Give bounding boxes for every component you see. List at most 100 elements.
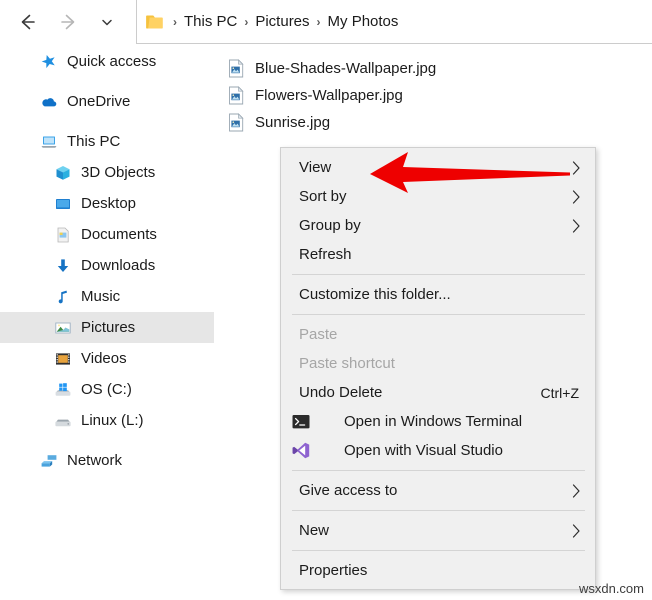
list-item[interactable]: Blue-Shades-Wallpaper.jpg — [228, 55, 528, 82]
context-menu-item-label: Sort by — [299, 188, 347, 205]
context-menu-item-label: Undo Delete — [299, 384, 382, 401]
sidebar-spacer — [0, 117, 214, 126]
sidebar-item-os-c[interactable]: OS (C:) — [0, 374, 214, 405]
sidebar-item-label: Downloads — [81, 257, 155, 274]
context-menu-item-properties[interactable]: Properties — [281, 556, 595, 585]
context-menu-item-paste-shortcut: Paste shortcut — [281, 349, 595, 378]
context-menu-item-refresh[interactable]: Refresh — [281, 240, 595, 269]
context-menu-item-label: View — [299, 159, 331, 176]
context-menu-separator — [292, 274, 585, 275]
breadcrumb-separator: › — [169, 15, 181, 29]
sidebar-item-label: OneDrive — [67, 93, 130, 110]
folder-icon — [145, 13, 165, 31]
sidebar-item-music[interactable]: Music — [0, 281, 214, 312]
sidebar-item-label: Linux (L:) — [81, 412, 144, 429]
context-menu-item-label: New — [299, 522, 329, 539]
context-menu-item-label: Group by — [299, 217, 361, 234]
chevron-right-icon — [571, 523, 581, 539]
sidebar-spacer — [0, 436, 214, 445]
download-icon — [54, 257, 72, 275]
sidebar-item-3d-objects[interactable]: 3D Objects — [0, 157, 214, 188]
visual-studio-icon — [292, 442, 310, 460]
image-file-icon — [228, 86, 245, 105]
context-menu-item-sort-by[interactable]: Sort by — [281, 182, 595, 211]
windows-drive-icon — [54, 381, 72, 399]
desktop-icon — [54, 195, 72, 213]
sidebar-item-label: Desktop — [81, 195, 136, 212]
back-button[interactable] — [10, 5, 44, 39]
context-menu-item-group-by[interactable]: Group by — [281, 211, 595, 240]
context-menu-item-label: Refresh — [299, 246, 352, 263]
breadcrumb-item-my-photos[interactable]: My Photos — [325, 11, 402, 32]
context-menu-item-customize-this-folder[interactable]: Customize this folder... — [281, 280, 595, 309]
breadcrumb-item-pictures[interactable]: Pictures — [252, 11, 312, 32]
sidebar-item-documents[interactable]: Documents — [0, 219, 214, 250]
context-menu-item-label: Properties — [299, 562, 367, 579]
sidebar-item-label: Videos — [81, 350, 127, 367]
forward-button[interactable] — [52, 5, 86, 39]
sidebar-item-quick-access[interactable]: Quick access — [0, 46, 214, 77]
breadcrumb-separator: › — [240, 15, 252, 29]
chevron-right-icon — [571, 218, 581, 234]
music-note-icon — [54, 288, 72, 306]
chevron-right-icon — [571, 483, 581, 499]
context-menu: View Sort by Group by Refresh Customize … — [280, 147, 596, 590]
star-icon — [40, 53, 58, 71]
arrow-left-icon — [16, 11, 38, 33]
sidebar-item-pictures[interactable]: Pictures — [0, 312, 214, 343]
navigation-pane: Quick access OneDrive This PC — [0, 46, 214, 600]
sidebar-item-this-pc[interactable]: This PC — [0, 126, 214, 157]
file-list: Blue-Shades-Wallpaper.jpg Flowers-Wallpa… — [228, 55, 528, 136]
computer-icon — [40, 133, 58, 151]
sidebar-item-network[interactable]: Network — [0, 445, 214, 476]
breadcrumb-item-this-pc[interactable]: This PC — [181, 11, 240, 32]
context-menu-item-view[interactable]: View — [281, 153, 595, 182]
context-menu-separator — [292, 314, 585, 315]
context-menu-item-label: Customize this folder... — [299, 286, 451, 303]
sidebar-item-linux-l[interactable]: Linux (L:) — [0, 405, 214, 436]
context-menu-separator — [292, 550, 585, 551]
drive-icon — [54, 412, 72, 430]
sidebar-item-desktop[interactable]: Desktop — [0, 188, 214, 219]
image-file-icon — [228, 113, 245, 132]
file-name: Flowers-Wallpaper.jpg — [255, 87, 403, 104]
address-bar[interactable]: › This PC › Pictures › My Photos — [136, 0, 652, 44]
chevron-down-icon — [99, 14, 115, 30]
list-item[interactable]: Sunrise.jpg — [228, 109, 528, 136]
sidebar-item-onedrive[interactable]: OneDrive — [0, 86, 214, 117]
context-menu-separator — [292, 470, 585, 471]
context-menu-item-open-with-visual-studio[interactable]: Open with Visual Studio — [281, 436, 595, 465]
file-name: Blue-Shades-Wallpaper.jpg — [255, 60, 436, 77]
sidebar-spacer — [0, 77, 214, 86]
document-icon — [54, 226, 72, 244]
context-menu-item-label: Open with Visual Studio — [299, 442, 503, 459]
image-file-icon — [228, 59, 245, 78]
file-name: Sunrise.jpg — [255, 114, 330, 131]
context-menu-item-open-in-windows-terminal[interactable]: Open in Windows Terminal — [281, 407, 595, 436]
recent-locations-button[interactable] — [90, 5, 124, 39]
sidebar-item-label: Pictures — [81, 319, 135, 336]
arrow-right-icon — [58, 11, 80, 33]
sidebar-item-label: Documents — [81, 226, 157, 243]
terminal-icon — [292, 413, 310, 431]
sidebar-item-videos[interactable]: Videos — [0, 343, 214, 374]
context-menu-item-new[interactable]: New — [281, 516, 595, 545]
breadcrumb-separator: › — [313, 15, 325, 29]
video-icon — [54, 350, 72, 368]
picture-icon — [54, 319, 72, 337]
sidebar-item-label: Music — [81, 288, 120, 305]
context-menu-item-shortcut: Ctrl+Z — [541, 385, 580, 401]
context-menu-item-give-access-to[interactable]: Give access to — [281, 476, 595, 505]
network-icon — [40, 452, 58, 470]
context-menu-separator — [292, 510, 585, 511]
sidebar-item-label: Network — [67, 452, 122, 469]
cloud-icon — [40, 93, 58, 111]
context-menu-item-undo-delete[interactable]: Undo Delete Ctrl+Z — [281, 378, 595, 407]
context-menu-item-label: Open in Windows Terminal — [299, 413, 522, 430]
context-menu-item-paste: Paste — [281, 320, 595, 349]
sidebar-item-label: This PC — [67, 133, 120, 150]
sidebar-item-downloads[interactable]: Downloads — [0, 250, 214, 281]
chevron-right-icon — [571, 160, 581, 176]
context-menu-item-label: Paste shortcut — [299, 355, 395, 372]
list-item[interactable]: Flowers-Wallpaper.jpg — [228, 82, 528, 109]
